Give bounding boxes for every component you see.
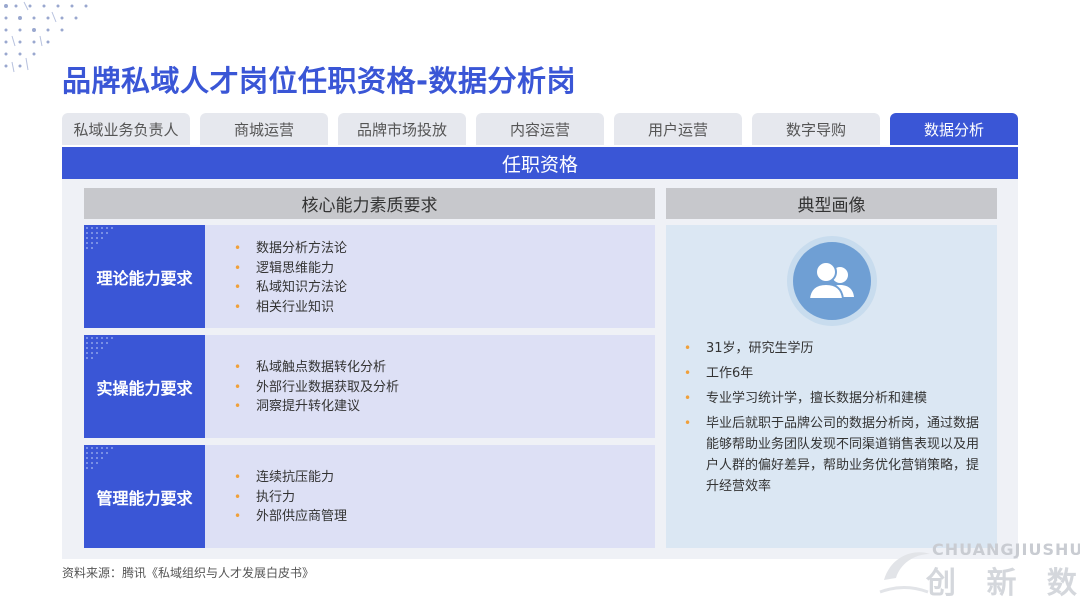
label-dot-pattern: [86, 337, 113, 359]
list-item: 连续抗压能力: [234, 468, 347, 488]
section-title-band: 任职资格: [62, 147, 1018, 179]
source-note: 资料来源：腾讯《私域组织与人才发展白皮书》: [62, 566, 315, 580]
page-title: 品牌私域人才岗位任职资格-数据分析岗: [62, 64, 577, 98]
list-item: 执行力: [234, 488, 347, 508]
label-dot-pattern: [86, 447, 113, 469]
tab-private-domain-lead[interactable]: 私域业务负责人: [62, 113, 190, 145]
competency-header: 核心能力素质要求: [84, 188, 655, 219]
avatar: [787, 236, 877, 326]
list-item: 毕业后就职于品牌公司的数据分析岗，通过数据能够帮助业务团队发现不同渠道销售表现以…: [684, 413, 984, 497]
list-item: 专业学习统计学，擅长数据分析和建模: [684, 388, 984, 409]
competency-row-practice: 实操能力要求 私域触点数据转化分析 外部行业数据获取及分析 洞察提升转化建议: [84, 335, 655, 438]
tab-brand-marketing[interactable]: 品牌市场投放: [338, 113, 466, 145]
list-item: 工作6年: [684, 363, 984, 384]
watermark-latin: CHUANGJIUSHU: [932, 540, 1080, 559]
tab-data-analysis[interactable]: 数据分析: [890, 113, 1018, 145]
competency-list: 私域触点数据转化分析 外部行业数据获取及分析 洞察提升转化建议: [234, 358, 399, 417]
competency-label: 管理能力要求: [84, 445, 205, 548]
list-item: 私域知识方法论: [234, 278, 347, 298]
competency-list: 连续抗压能力 执行力 外部供应商管理: [234, 468, 347, 527]
list-item: 数据分析方法论: [234, 239, 347, 259]
list-item: 外部行业数据获取及分析: [234, 378, 399, 398]
tab-content-operations[interactable]: 内容运营: [476, 113, 604, 145]
competency-row-theory: 理论能力要求 数据分析方法论 逻辑思维能力 私域知识方法论 相关行业知识: [84, 225, 655, 328]
users-icon: [807, 261, 854, 300]
list-item: 逻辑思维能力: [234, 259, 347, 279]
tab-digital-guide[interactable]: 数字导购: [752, 113, 880, 145]
list-item: 相关行业知识: [234, 298, 347, 318]
list-item: 外部供应商管理: [234, 507, 347, 527]
typical-profile-card: 31岁，研究生学历 工作6年 专业学习统计学，擅长数据分析和建模 毕业后就职于品…: [666, 225, 997, 548]
competency-row-management: 管理能力要求 连续抗压能力 执行力 外部供应商管理: [84, 445, 655, 548]
watermark-logo: CHUANGJIUSHU 创 新 数: [876, 540, 1080, 602]
tab-user-operations[interactable]: 用户运营: [614, 113, 742, 145]
competency-label: 实操能力要求: [84, 335, 205, 438]
label-dot-pattern: [86, 227, 113, 249]
role-tabs: 私域业务负责人 商城运营 品牌市场投放 内容运营 用户运营 数字导购 数据分析: [62, 113, 1018, 145]
list-item: 私域触点数据转化分析: [234, 358, 399, 378]
list-item: 洞察提升转化建议: [234, 397, 399, 417]
competency-label: 理论能力要求: [84, 225, 205, 328]
profile-header: 典型画像: [666, 188, 997, 219]
competency-list: 数据分析方法论 逻辑思维能力 私域知识方法论 相关行业知识: [234, 239, 347, 317]
list-item: 31岁，研究生学历: [684, 338, 984, 359]
watermark-cjk: 创 新 数: [926, 566, 1080, 601]
tab-mall-operations[interactable]: 商城运营: [200, 113, 328, 145]
profile-list: 31岁，研究生学历 工作6年 专业学习统计学，擅长数据分析和建模 毕业后就职于品…: [684, 338, 984, 501]
